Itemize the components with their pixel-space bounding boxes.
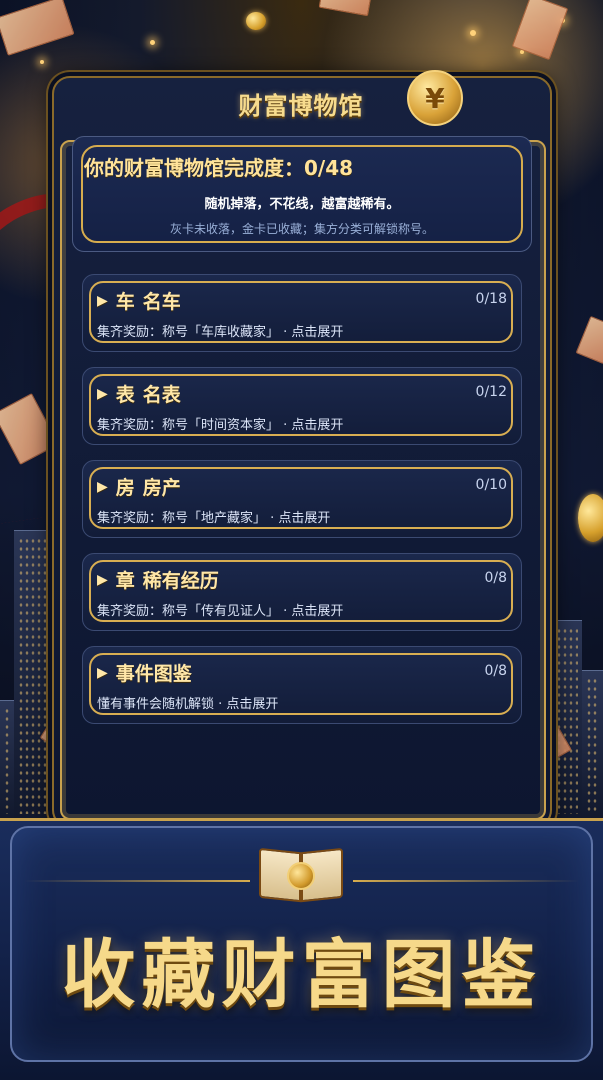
category-card-watches[interactable]: ▶ 表 名表 0/12 集齐奖励：称号「时间资本家」 · 点击展开 — [82, 367, 522, 445]
progress-description: 随机掉落，不花线，越富越稀有。 — [204, 197, 400, 212]
banner-title: 收藏财富图鉴 — [61, 932, 542, 1018]
progress-hint: 灰卡未收落，金卡已收藏；集方分类可解锁称号。 — [169, 222, 434, 236]
category-title: ▶ 车 名车 — [97, 287, 181, 314]
category-count: 0/10 — [475, 477, 507, 493]
category-short-label: 章 — [115, 570, 135, 592]
page-title: 财富博物馆 — [238, 90, 364, 120]
category-count: 0/8 — [484, 570, 507, 586]
category-short-label: 事件图鉴 — [115, 663, 192, 685]
expand-triangle-icon: ▶ — [97, 385, 108, 402]
category-count: 0/18 — [475, 291, 507, 307]
category-name: 稀有经历 — [142, 570, 219, 592]
progress-title: 你的财富博物馆完成度：0/48 — [84, 156, 354, 180]
sparkle — [40, 60, 44, 64]
divider-line — [24, 880, 250, 882]
category-title: ▶ 房 房产 — [97, 473, 181, 500]
divider-line — [353, 880, 579, 882]
category-title: ▶ 章 稀有经历 — [97, 566, 219, 593]
category-short-label: 表 — [115, 384, 135, 406]
expand-triangle-icon: ▶ — [97, 478, 108, 495]
category-card-experiences[interactable]: ▶ 章 稀有经历 0/8 集齐奖励：称号「传有见证人」 · 点击展开 — [82, 553, 522, 631]
expand-triangle-icon: ▶ — [97, 664, 108, 681]
category-name: 名表 — [142, 384, 181, 406]
coin-decoration — [578, 494, 603, 542]
open-book-icon — [257, 842, 345, 908]
category-reward-text: 集齐奖励：称号「车库收藏家」 · 点击展开 — [97, 325, 344, 340]
category-reward-text: 集齐奖励：称号「地产藏家」 · 点击展开 — [97, 511, 331, 526]
category-reward-text: 集齐奖励：称号「时间资本家」 · 点击展开 — [97, 418, 344, 433]
category-title: ▶ 事件图鉴 — [97, 659, 200, 686]
yen-coin-icon: ¥ — [407, 70, 463, 126]
category-reward-text: 懂有事件会随机解锁 · 点击展开 — [97, 697, 279, 712]
sparkle — [470, 30, 476, 36]
expand-triangle-icon: ▶ — [97, 292, 108, 309]
category-card-property[interactable]: ▶ 房 房产 0/10 集齐奖励：称号「地产藏家」 · 点击展开 — [82, 460, 522, 538]
category-card-events[interactable]: ▶ 事件图鉴 0/8 懂有事件会随机解锁 · 点击展开 — [82, 646, 522, 724]
category-count: 0/12 — [475, 384, 507, 400]
category-name: 名车 — [142, 291, 181, 313]
sparkle — [150, 40, 155, 45]
category-title: ▶ 表 名表 — [97, 380, 181, 407]
expand-triangle-icon: ▶ — [97, 571, 108, 588]
category-name: 房产 — [142, 477, 181, 499]
category-short-label: 车 — [115, 291, 135, 313]
category-card-cars[interactable]: ▶ 车 名车 0/18 集齐奖励：称号「车库收藏家」 · 点击展开 — [82, 274, 522, 352]
coin-decoration — [246, 12, 266, 30]
category-reward-text: 集齐奖励：称号「传有见证人」 · 点击展开 — [97, 604, 344, 619]
header: 财富博物馆 — [66, 80, 536, 126]
category-short-label: 房 — [115, 477, 135, 499]
category-count: 0/8 — [484, 663, 507, 679]
